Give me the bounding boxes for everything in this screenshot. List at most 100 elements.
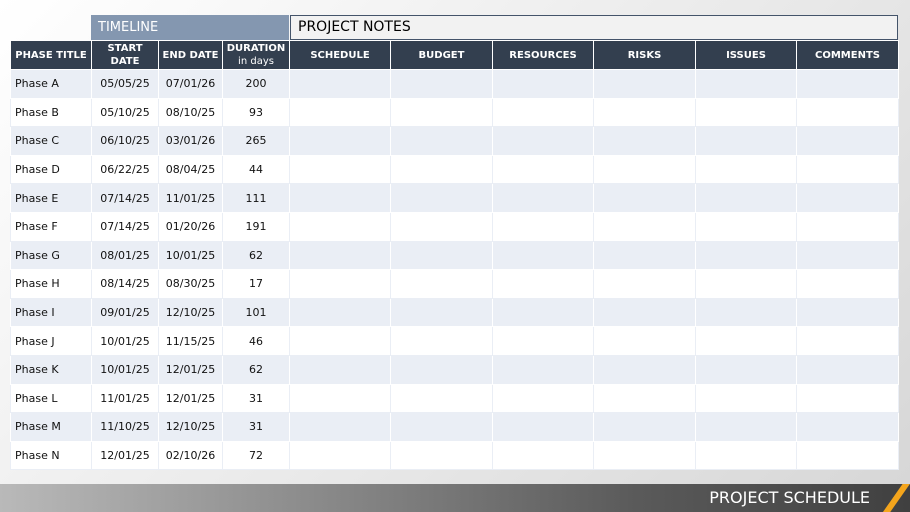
resources-cell[interactable] <box>492 412 594 442</box>
schedule-cell[interactable] <box>289 354 391 385</box>
start-date-cell[interactable]: 07/14/25 <box>91 211 159 242</box>
risks-cell[interactable] <box>593 326 696 356</box>
issues-cell[interactable] <box>695 354 797 385</box>
schedule-cell[interactable] <box>289 69 391 99</box>
budget-cell[interactable] <box>390 126 493 156</box>
schedule-cell[interactable] <box>289 326 391 356</box>
budget-cell[interactable] <box>390 183 493 213</box>
issues-cell[interactable] <box>695 69 797 99</box>
schedule-cell[interactable] <box>289 211 391 242</box>
duration-cell[interactable]: 17 <box>222 269 290 299</box>
budget-cell[interactable] <box>390 97 493 128</box>
budget-cell[interactable] <box>390 383 493 414</box>
start-date-cell[interactable]: 09/01/25 <box>91 297 159 328</box>
budget-cell[interactable] <box>390 297 493 328</box>
issues-cell[interactable] <box>695 126 797 156</box>
phase-title-cell[interactable]: Phase L <box>10 383 92 414</box>
issues-cell[interactable] <box>695 240 797 271</box>
start-date-cell[interactable]: 06/22/25 <box>91 154 159 185</box>
issues-cell[interactable] <box>695 97 797 128</box>
schedule-cell[interactable] <box>289 154 391 185</box>
duration-cell[interactable]: 101 <box>222 297 290 328</box>
comments-cell[interactable] <box>796 269 899 299</box>
resources-cell[interactable] <box>492 126 594 156</box>
comments-cell[interactable] <box>796 211 899 242</box>
risks-cell[interactable] <box>593 211 696 242</box>
budget-cell[interactable] <box>390 326 493 356</box>
resources-cell[interactable] <box>492 154 594 185</box>
phase-title-cell[interactable]: Phase I <box>10 297 92 328</box>
schedule-cell[interactable] <box>289 412 391 442</box>
budget-cell[interactable] <box>390 69 493 99</box>
resources-cell[interactable] <box>492 69 594 99</box>
comments-cell[interactable] <box>796 383 899 414</box>
start-date-cell[interactable]: 11/01/25 <box>91 383 159 414</box>
duration-cell[interactable]: 111 <box>222 183 290 213</box>
end-date-cell[interactable]: 10/01/25 <box>158 240 223 271</box>
comments-cell[interactable] <box>796 354 899 385</box>
issues-cell[interactable] <box>695 412 797 442</box>
schedule-cell[interactable] <box>289 183 391 213</box>
phase-title-cell[interactable]: Phase M <box>10 412 92 442</box>
phase-title-cell[interactable]: Phase K <box>10 354 92 385</box>
risks-cell[interactable] <box>593 154 696 185</box>
budget-cell[interactable] <box>390 440 493 471</box>
end-date-cell[interactable]: 11/01/25 <box>158 183 223 213</box>
phase-title-cell[interactable]: Phase A <box>10 69 92 99</box>
start-date-cell[interactable]: 05/10/25 <box>91 97 159 128</box>
resources-cell[interactable] <box>492 240 594 271</box>
risks-cell[interactable] <box>593 354 696 385</box>
resources-cell[interactable] <box>492 326 594 356</box>
start-date-cell[interactable]: 08/14/25 <box>91 269 159 299</box>
issues-cell[interactable] <box>695 269 797 299</box>
resources-cell[interactable] <box>492 440 594 471</box>
end-date-cell[interactable]: 08/10/25 <box>158 97 223 128</box>
risks-cell[interactable] <box>593 412 696 442</box>
risks-cell[interactable] <box>593 69 696 99</box>
risks-cell[interactable] <box>593 383 696 414</box>
end-date-cell[interactable]: 12/01/25 <box>158 354 223 385</box>
phase-title-cell[interactable]: Phase F <box>10 211 92 242</box>
duration-cell[interactable]: 200 <box>222 69 290 99</box>
comments-cell[interactable] <box>796 440 899 471</box>
comments-cell[interactable] <box>796 154 899 185</box>
duration-cell[interactable]: 93 <box>222 97 290 128</box>
budget-cell[interactable] <box>390 154 493 185</box>
issues-cell[interactable] <box>695 154 797 185</box>
schedule-cell[interactable] <box>289 440 391 471</box>
duration-cell[interactable]: 62 <box>222 240 290 271</box>
budget-cell[interactable] <box>390 269 493 299</box>
resources-cell[interactable] <box>492 383 594 414</box>
risks-cell[interactable] <box>593 126 696 156</box>
duration-cell[interactable]: 31 <box>222 412 290 442</box>
phase-title-cell[interactable]: Phase B <box>10 97 92 128</box>
resources-cell[interactable] <box>492 354 594 385</box>
end-date-cell[interactable]: 12/01/25 <box>158 383 223 414</box>
comments-cell[interactable] <box>796 326 899 356</box>
end-date-cell[interactable]: 12/10/25 <box>158 412 223 442</box>
phase-title-cell[interactable]: Phase E <box>10 183 92 213</box>
risks-cell[interactable] <box>593 97 696 128</box>
end-date-cell[interactable]: 01/20/26 <box>158 211 223 242</box>
start-date-cell[interactable]: 12/01/25 <box>91 440 159 471</box>
duration-cell[interactable]: 46 <box>222 326 290 356</box>
phase-title-cell[interactable]: Phase D <box>10 154 92 185</box>
phase-title-cell[interactable]: Phase G <box>10 240 92 271</box>
issues-cell[interactable] <box>695 383 797 414</box>
budget-cell[interactable] <box>390 211 493 242</box>
start-date-cell[interactable]: 07/14/25 <box>91 183 159 213</box>
end-date-cell[interactable]: 08/04/25 <box>158 154 223 185</box>
phase-title-cell[interactable]: Phase H <box>10 269 92 299</box>
resources-cell[interactable] <box>492 211 594 242</box>
schedule-cell[interactable] <box>289 269 391 299</box>
start-date-cell[interactable]: 06/10/25 <box>91 126 159 156</box>
resources-cell[interactable] <box>492 183 594 213</box>
schedule-cell[interactable] <box>289 240 391 271</box>
start-date-cell[interactable]: 10/01/25 <box>91 354 159 385</box>
comments-cell[interactable] <box>796 126 899 156</box>
risks-cell[interactable] <box>593 269 696 299</box>
schedule-cell[interactable] <box>289 97 391 128</box>
comments-cell[interactable] <box>796 240 899 271</box>
issues-cell[interactable] <box>695 326 797 356</box>
resources-cell[interactable] <box>492 97 594 128</box>
